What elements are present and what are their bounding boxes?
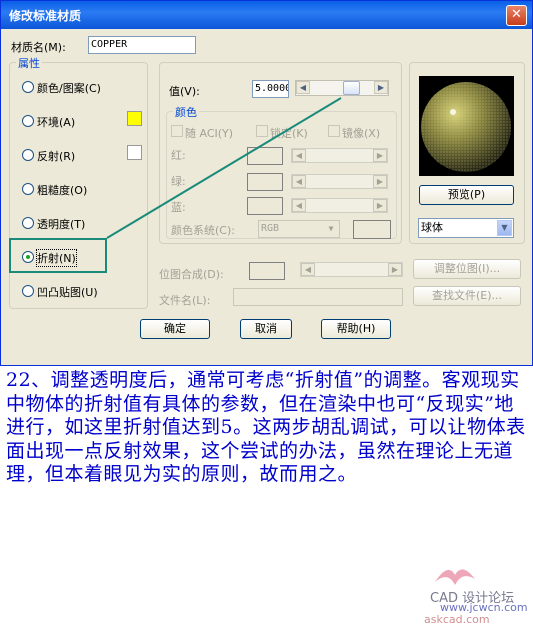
caption-text: 22、调整透明度后，通常可考虑“折射值”的调整。客观现实中物体的折射值有具体的参… — [6, 369, 526, 485]
caption-area: 22、调整透明度后，通常可考虑“折射值”的调整。客观现实中物体的折射值有具体的参… — [0, 367, 533, 627]
annotation-connector — [106, 97, 342, 239]
modify-material-dialog: 修改标准材质 ✕ 材质名(M): COPPER 属性 颜色/图案(C) 环境(A… — [0, 0, 533, 366]
watermark-url-2: askcad.com — [424, 613, 490, 626]
